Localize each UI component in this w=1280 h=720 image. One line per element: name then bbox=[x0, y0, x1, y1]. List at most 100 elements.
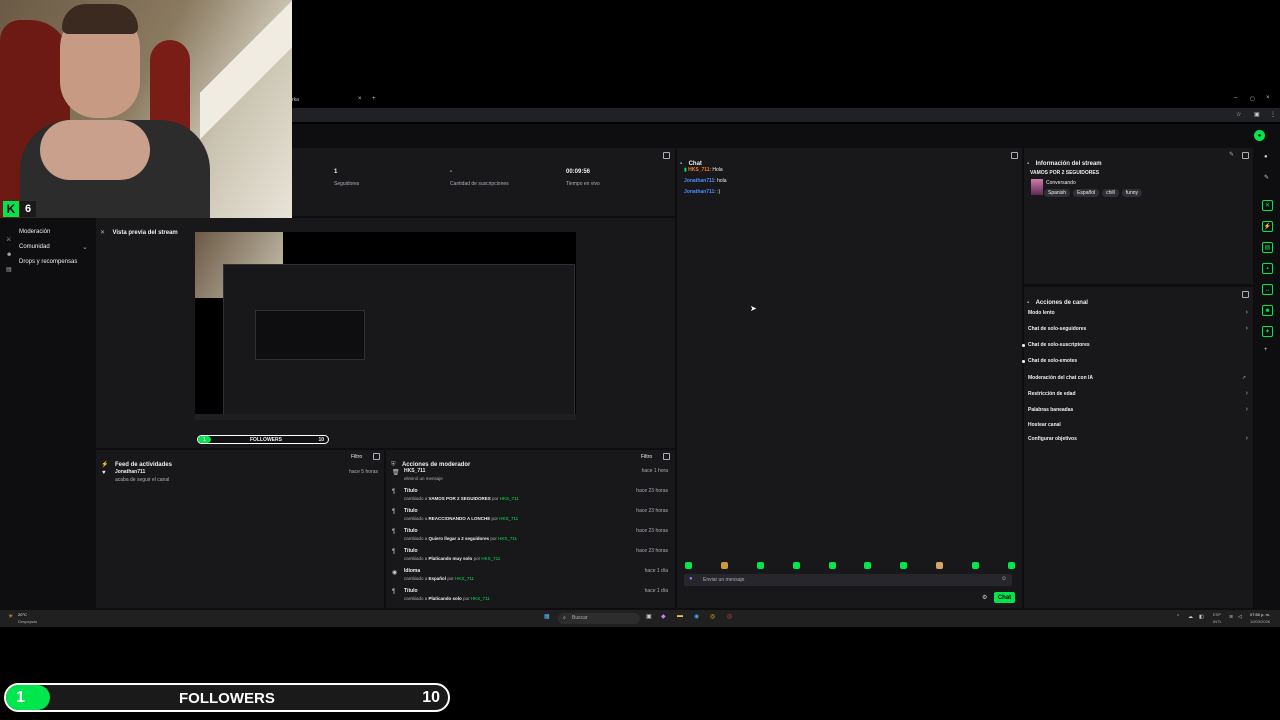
chat-username[interactable]: HKS_711 bbox=[688, 167, 709, 173]
stream-preview-header: ✕ Vista previa del stream bbox=[100, 221, 178, 239]
filter-button[interactable]: Filtro bbox=[351, 454, 362, 460]
chat-username[interactable]: Jonathan711 bbox=[684, 178, 714, 184]
activity-user[interactable]: Jonathan711 bbox=[115, 469, 145, 475]
mod-action-time: hace 1 día bbox=[644, 568, 668, 574]
microphone-icon[interactable]: ● bbox=[689, 576, 693, 582]
tag-pill[interactable]: funny bbox=[1121, 189, 1143, 197]
clock-time[interactable]: 07:50 p. m. bbox=[1250, 612, 1270, 617]
folder-icon[interactable]: ▬ bbox=[677, 613, 683, 619]
bookmark-star-icon[interactable]: ☆ bbox=[1236, 111, 1241, 118]
maximize-icon[interactable]: ▢ bbox=[1250, 96, 1255, 102]
app-icon[interactable]: ◎ bbox=[727, 613, 732, 620]
mod-action-user[interactable]: HKS_711 bbox=[455, 576, 474, 581]
list-item: ¶ Título hace 23 horas cambiado a Platicand… bbox=[392, 548, 670, 566]
chat-settings-icon[interactable]: ⚙ bbox=[982, 594, 987, 601]
popout-icon[interactable] bbox=[663, 152, 670, 159]
sidebar-item-drops[interactable]: ▤ Drops y recompensas bbox=[6, 258, 92, 273]
mod-action-user[interactable]: HKS_711 bbox=[471, 596, 490, 601]
channel-action-item[interactable]: Chat de solo-suscriptores bbox=[1028, 341, 1248, 351]
stat-subscriptions: - Cantidad de suscripciones bbox=[450, 169, 509, 187]
emote-icon[interactable] bbox=[900, 562, 908, 569]
user-icon[interactable]: ☻ bbox=[1262, 305, 1273, 316]
emote-icon[interactable] bbox=[720, 562, 728, 569]
tab-close-icon[interactable]: × bbox=[358, 96, 362, 102]
channel-action-item[interactable]: Palabras baneadas › bbox=[1028, 406, 1248, 416]
browser-menu-icon[interactable]: ⋮ bbox=[1270, 111, 1276, 118]
sidebar-item-moderacion[interactable]: ⚔ Moderación bbox=[6, 228, 92, 243]
channel-action-item[interactable]: Chat de solo-seguidores › bbox=[1028, 325, 1248, 335]
browser-tab-title[interactable]: rka bbox=[292, 97, 299, 103]
chat-input[interactable]: ● Enviar un mensaje ☺ bbox=[684, 574, 1012, 586]
emote-icon[interactable] bbox=[828, 562, 836, 569]
mod-action-user[interactable]: HKS_711 bbox=[500, 496, 519, 501]
lightning-icon[interactable]: ⚡ bbox=[1262, 221, 1273, 232]
rail-button[interactable]: ✕ bbox=[1262, 200, 1273, 211]
rail-icon[interactable]: ● bbox=[1264, 154, 1268, 160]
wifi-icon[interactable]: ≋ bbox=[1229, 614, 1233, 620]
document-icon[interactable]: ▤ bbox=[1262, 242, 1273, 253]
tray-app-icon[interactable]: ◧ bbox=[1199, 614, 1204, 620]
taskbar-search[interactable]: ⌕ Buscar bbox=[558, 613, 640, 624]
channel-action-item[interactable]: Configurar objetivos › bbox=[1028, 435, 1248, 445]
extensions-icon[interactable]: ▣ bbox=[1254, 111, 1260, 118]
user-avatar[interactable]: ● bbox=[1254, 130, 1265, 141]
mod-action-detail: eliminó un mensaje bbox=[404, 476, 443, 481]
task-view-icon[interactable]: ▣ bbox=[646, 613, 652, 620]
emote-icon[interactable] bbox=[792, 562, 800, 569]
volume-icon[interactable]: ◁ bbox=[1238, 614, 1242, 620]
mod-action-by: por bbox=[490, 536, 497, 541]
title-icon: ¶ bbox=[392, 509, 396, 515]
edge-icon[interactable]: ◉ bbox=[694, 613, 699, 620]
edit-pencil-icon[interactable]: ✎ bbox=[1229, 151, 1234, 158]
emote-icon[interactable] bbox=[864, 562, 872, 569]
tag-pill[interactable]: Español bbox=[1073, 189, 1100, 197]
chat-username[interactable]: Jonathan711 bbox=[684, 189, 714, 195]
stream-preview-panel: ✕ Vista previa del stream 1 FOLLOWERS 10 bbox=[96, 218, 675, 448]
tag-pill[interactable]: Spanish bbox=[1044, 189, 1071, 197]
chrome-icon[interactable]: ◎ bbox=[710, 613, 715, 620]
popout-icon[interactable] bbox=[373, 453, 380, 460]
emoji-icon[interactable]: ☺ bbox=[1001, 576, 1007, 582]
start-windows-icon[interactable]: ▦ bbox=[544, 613, 550, 620]
popout-icon[interactable] bbox=[663, 453, 670, 460]
emote-icon[interactable] bbox=[756, 562, 764, 569]
emote-icon[interactable] bbox=[972, 562, 979, 569]
copilot-icon[interactable]: ◆ bbox=[661, 613, 666, 620]
popout-icon[interactable] bbox=[1242, 152, 1249, 159]
channel-action-item[interactable]: Moderación del chat con IA ↗ bbox=[1028, 374, 1248, 384]
popout-icon[interactable] bbox=[1242, 291, 1249, 298]
close-icon[interactable]: ✕ bbox=[100, 230, 105, 236]
window-close-icon[interactable]: × bbox=[1266, 95, 1270, 101]
chat-send-button[interactable]: Chat bbox=[994, 592, 1015, 603]
stream-video[interactable] bbox=[195, 232, 576, 420]
minimize-icon[interactable]: – bbox=[1234, 95, 1237, 101]
tag-pill[interactable]: chill bbox=[1102, 189, 1119, 197]
emote-icon[interactable] bbox=[1007, 562, 1015, 569]
filter-button[interactable]: Filtro bbox=[641, 454, 652, 460]
tray-chevron-icon[interactable]: ⌃ bbox=[1176, 614, 1180, 620]
stream-category[interactable]: Conversando bbox=[1046, 180, 1076, 186]
channel-action-item[interactable]: Modo lento › bbox=[1028, 309, 1248, 319]
language-top[interactable]: ESP bbox=[1213, 612, 1221, 617]
tray-app-icon[interactable]: ☁ bbox=[1188, 614, 1193, 620]
mod-action-user[interactable]: HKS_711 bbox=[499, 516, 518, 521]
wrench-icon[interactable]: ✦ bbox=[1262, 326, 1273, 337]
mod-action-user[interactable]: HKS_711 bbox=[498, 536, 517, 541]
emote-icon[interactable] bbox=[685, 562, 692, 569]
channel-actions-header: ▪ Acciones de canal bbox=[1027, 291, 1088, 309]
channel-action-item[interactable]: Chat de solo-emotes bbox=[1028, 357, 1248, 367]
language-bottom: INTL bbox=[1213, 619, 1222, 624]
browser-address-bar[interactable]: ☆ ▣ ⋮ bbox=[292, 108, 1280, 122]
arrows-icon[interactable]: ↔ bbox=[1262, 284, 1273, 295]
weather-temp[interactable]: 20°C bbox=[18, 612, 27, 617]
emote-icon[interactable] bbox=[936, 562, 944, 569]
popout-icon[interactable] bbox=[1011, 152, 1018, 159]
pencil-icon[interactable]: ✎ bbox=[1264, 174, 1269, 181]
sidebar-item-comunidad[interactable]: ☻ Comunidad ⌄ bbox=[6, 243, 92, 258]
channel-action-item[interactable]: Restricción de edad › bbox=[1028, 390, 1248, 400]
mod-action-user[interactable]: HKS_711 bbox=[481, 556, 500, 561]
plus-icon[interactable]: + bbox=[1264, 347, 1268, 353]
channel-action-item[interactable]: Hostear canal bbox=[1028, 421, 1248, 431]
new-tab-button[interactable]: + bbox=[372, 96, 376, 102]
chat-icon[interactable]: ▪ bbox=[1262, 263, 1273, 274]
